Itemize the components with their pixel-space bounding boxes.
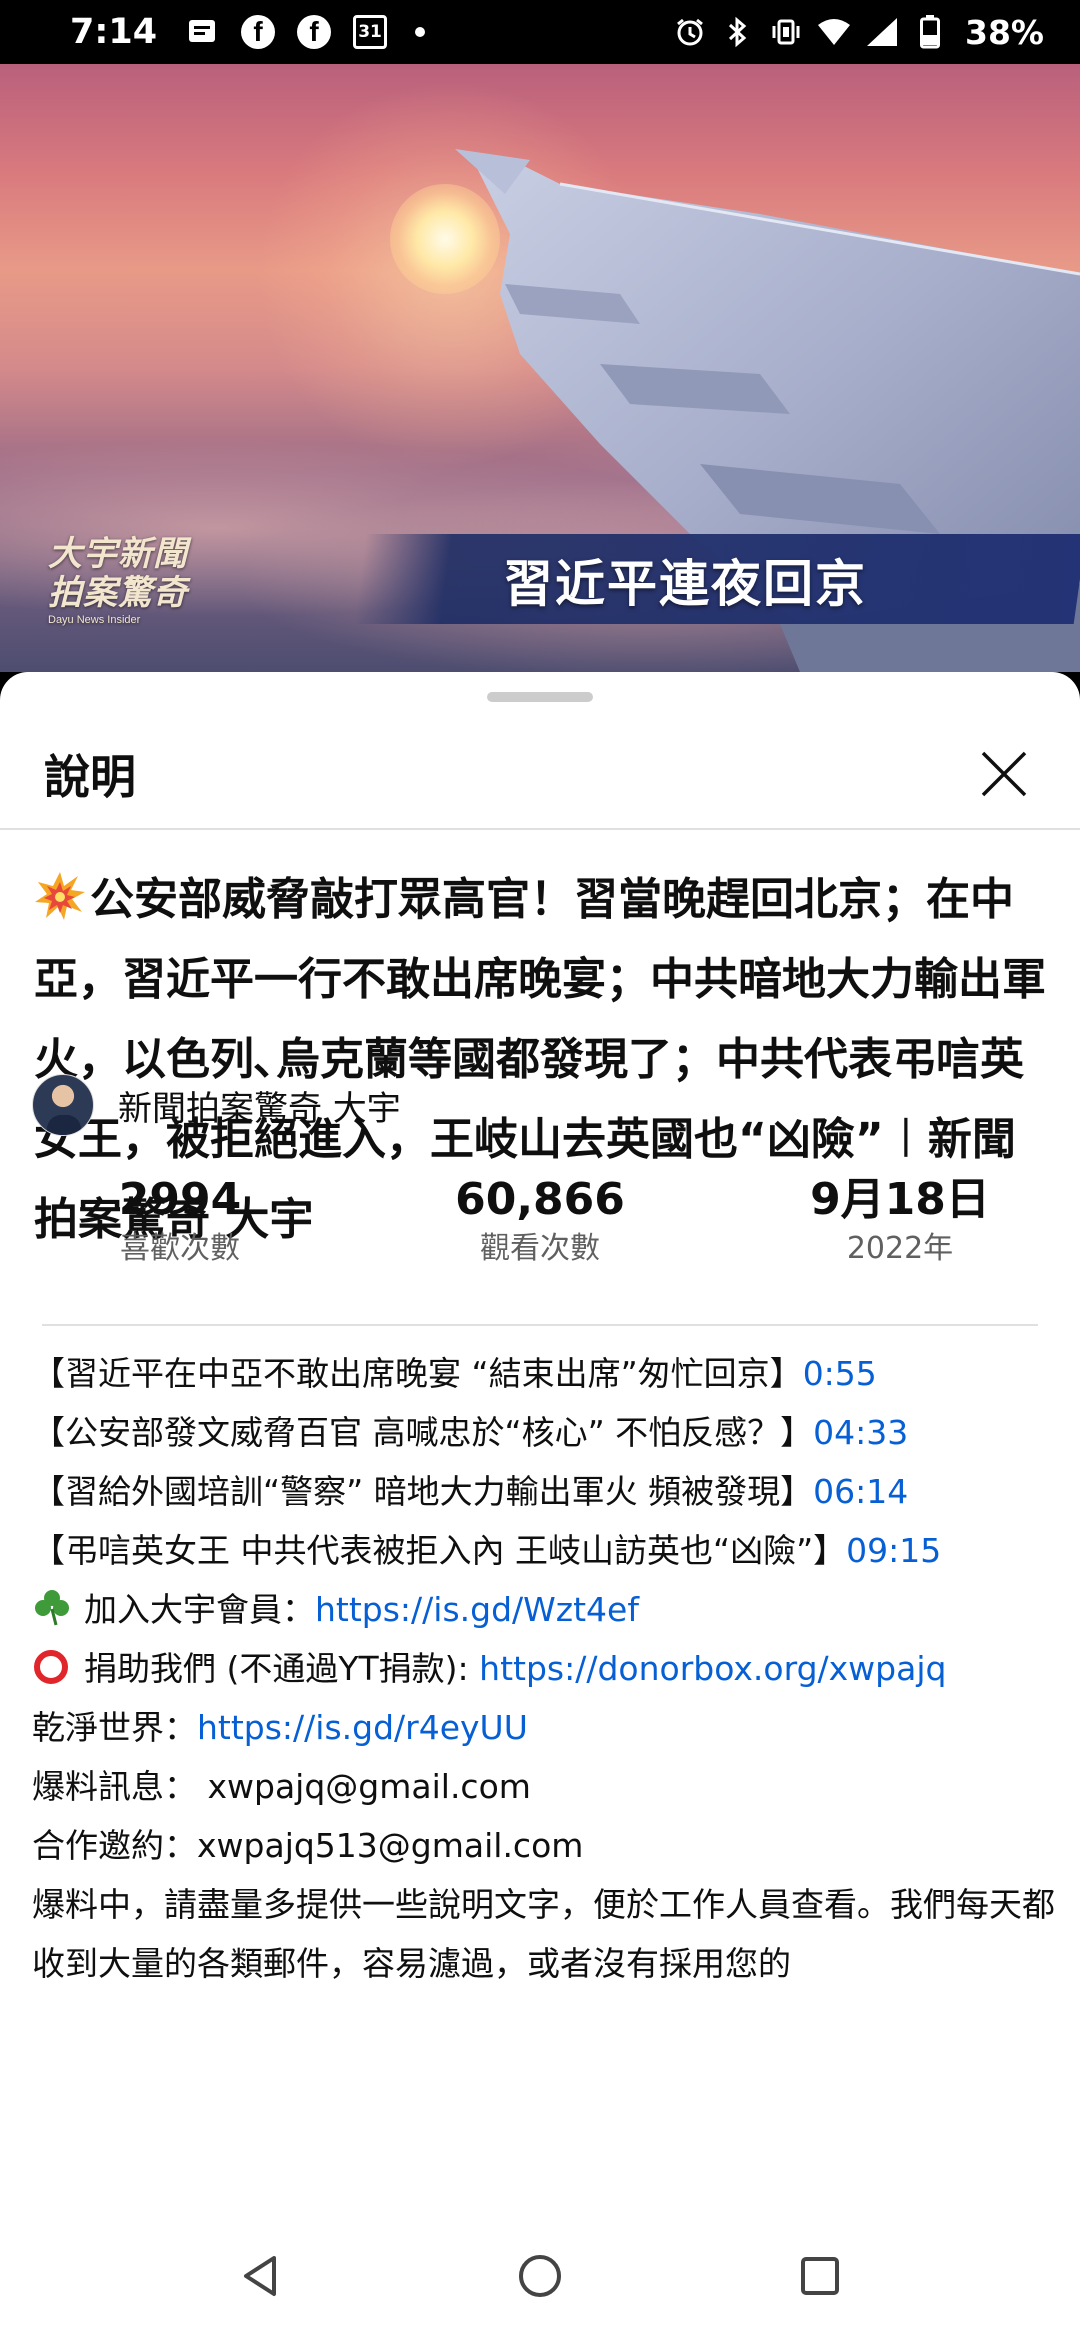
home-circle-icon — [519, 2255, 561, 2297]
wifi-icon — [817, 15, 851, 49]
chapter-text: 【弔唁英女王 中共代表被拒入內 王岐山訪英也“凶險”】 — [32, 1531, 847, 1570]
channel-logo: 大宇新聞 拍案驚奇 Dayu News Insider — [48, 534, 208, 644]
publish-year: 2022年 — [846, 1231, 954, 1266]
back-button[interactable] — [220, 2236, 300, 2316]
member-link[interactable]: https://is.gd/Wzt4ef — [315, 1590, 639, 1629]
channel-row[interactable]: 新聞拍案驚奇 大宇 — [32, 1072, 401, 1138]
chapter-line: 【弔唁英女王 中共代表被拒入內 王岐山訪英也“凶險”】09:15 — [32, 1521, 1062, 1580]
cooperation-email-line: 合作邀約：xwpajq513@gmail.com — [32, 1826, 584, 1865]
chapter-timestamp-link[interactable]: 06:14 — [813, 1472, 908, 1511]
chapter-timestamp-link[interactable]: 0:55 — [803, 1354, 877, 1393]
back-triangle-icon — [244, 2256, 276, 2296]
recents-square-icon — [801, 2257, 839, 2295]
channel-name[interactable]: 新聞拍案驚奇 大宇 — [118, 1081, 401, 1130]
clock: 7:14 — [70, 12, 158, 52]
logo-line2: 拍案驚奇 — [48, 573, 188, 613]
close-icon — [981, 751, 1027, 797]
collision-emoji-icon — [35, 872, 85, 920]
likes-label: 喜歡次數 — [120, 1231, 240, 1266]
member-line: 加入大宇會員：https://is.gd/Wzt4ef — [32, 1580, 1062, 1639]
divider — [42, 1324, 1038, 1326]
battery-percent: 38% — [965, 12, 1044, 52]
sheet-header: 說明 — [0, 720, 1080, 830]
banner-text: 習近平連夜回京 — [503, 555, 867, 613]
chapter-line: 【公安部發文威脅百官 高喊忠於“核心” 不怕反感？】04:33 — [32, 1403, 1062, 1462]
alarm-icon — [673, 15, 707, 49]
description-sheet: 說明 公安部威脅敲打眾高官！習當晚趕回北京；在中亞，習近平一行不敢出席晚宴；中共… — [0, 672, 1080, 2212]
sheet-title: 說明 — [44, 750, 136, 804]
logo-subtitle: Dayu News Insider — [48, 614, 141, 626]
hollow-red-circle-icon — [34, 1650, 68, 1684]
chapter-text: 【公安部發文威脅百官 高喊忠於“核心” 不怕反感？】 — [32, 1413, 814, 1452]
clean-world-link[interactable]: https://is.gd/r4eyUU — [197, 1708, 528, 1747]
facebook-notification-icon: f — [297, 15, 332, 49]
close-button[interactable] — [968, 738, 1040, 810]
donate-line: 捐助我們 (不通過YT捐款): https://donorbox.org/xwp… — [32, 1639, 1062, 1698]
clean-world-line: 乾淨世界：https://is.gd/r4eyUU — [32, 1698, 1062, 1757]
description-body: 【習近平在中亞不敢出席晚宴 “結束出席”匆忙回京】0:55 【公安部發文威脅百官… — [32, 1344, 1062, 1993]
chapter-text: 【習近平在中亞不敢出席晚宴 “結束出席”匆忙回京】 — [32, 1354, 803, 1393]
shamrock-icon — [35, 1590, 69, 1626]
vibrate-icon — [769, 15, 803, 49]
chapter-line: 【習給外國培訓“警察” 暗地大力輸出軍火 頻被發現】06:14 — [32, 1462, 1062, 1521]
tips-email-line: 爆料訊息： xwpajq@gmail.com — [32, 1767, 531, 1806]
donate-link[interactable]: https://donorbox.org/xwpajq — [479, 1649, 946, 1688]
tips-paragraph: 爆料中，請盡量多提供一些說明文字，便於工作人員查看。我們每天都收到大量的各類郵件… — [32, 1885, 1055, 1983]
chapter-timestamp-link[interactable]: 09:15 — [846, 1531, 941, 1570]
video-stats: 2994 喜歡次數 60,866 觀看次數 9月18日 2022年 — [0, 1172, 1080, 1282]
status-bar: 7:14 f f 31 38% — [0, 0, 1080, 64]
more-notifications-dot-icon — [415, 27, 426, 37]
home-button[interactable] — [500, 2236, 580, 2316]
facebook-notification-icon: f — [241, 15, 276, 49]
channel-avatar[interactable] — [32, 1074, 94, 1136]
date-stat: 9月18日 2022年 — [720, 1172, 1080, 1282]
recents-button[interactable] — [780, 2236, 860, 2316]
video-player[interactable]: 習近平連夜回京 大宇新聞 拍案驚奇 Dayu News Insider — [0, 64, 1080, 672]
bluetooth-icon — [721, 15, 755, 49]
views-stat: 60,866 觀看次數 — [360, 1172, 720, 1282]
battery-icon — [913, 15, 947, 49]
member-label: 加入大宇會員： — [84, 1590, 315, 1629]
donate-label: 捐助我們 (不通過YT捐款): — [84, 1649, 480, 1688]
views-count: 60,866 — [455, 1174, 625, 1225]
chapter-timestamp-link[interactable]: 04:33 — [813, 1413, 908, 1452]
clean-world-label: 乾淨世界： — [32, 1708, 197, 1747]
drag-handle[interactable] — [487, 692, 593, 702]
message-notification-icon — [185, 15, 219, 49]
likes-stat: 2994 喜歡次數 — [0, 1172, 360, 1282]
cellular-signal-icon — [865, 15, 899, 49]
views-label: 觀看次數 — [480, 1231, 600, 1266]
publish-date: 9月18日 — [810, 1174, 990, 1225]
calendar-notification-icon: 31 — [353, 15, 388, 49]
logo-line1: 大宇新聞 — [48, 534, 188, 574]
chapter-text: 【習給外國培訓“警察” 暗地大力輸出軍火 頻被發現】 — [32, 1472, 814, 1511]
chapter-line: 【習近平在中亞不敢出席晚宴 “結束出席”匆忙回京】0:55 — [32, 1344, 1062, 1403]
system-navigation-bar — [0, 2212, 1080, 2340]
likes-count: 2994 — [118, 1174, 242, 1225]
